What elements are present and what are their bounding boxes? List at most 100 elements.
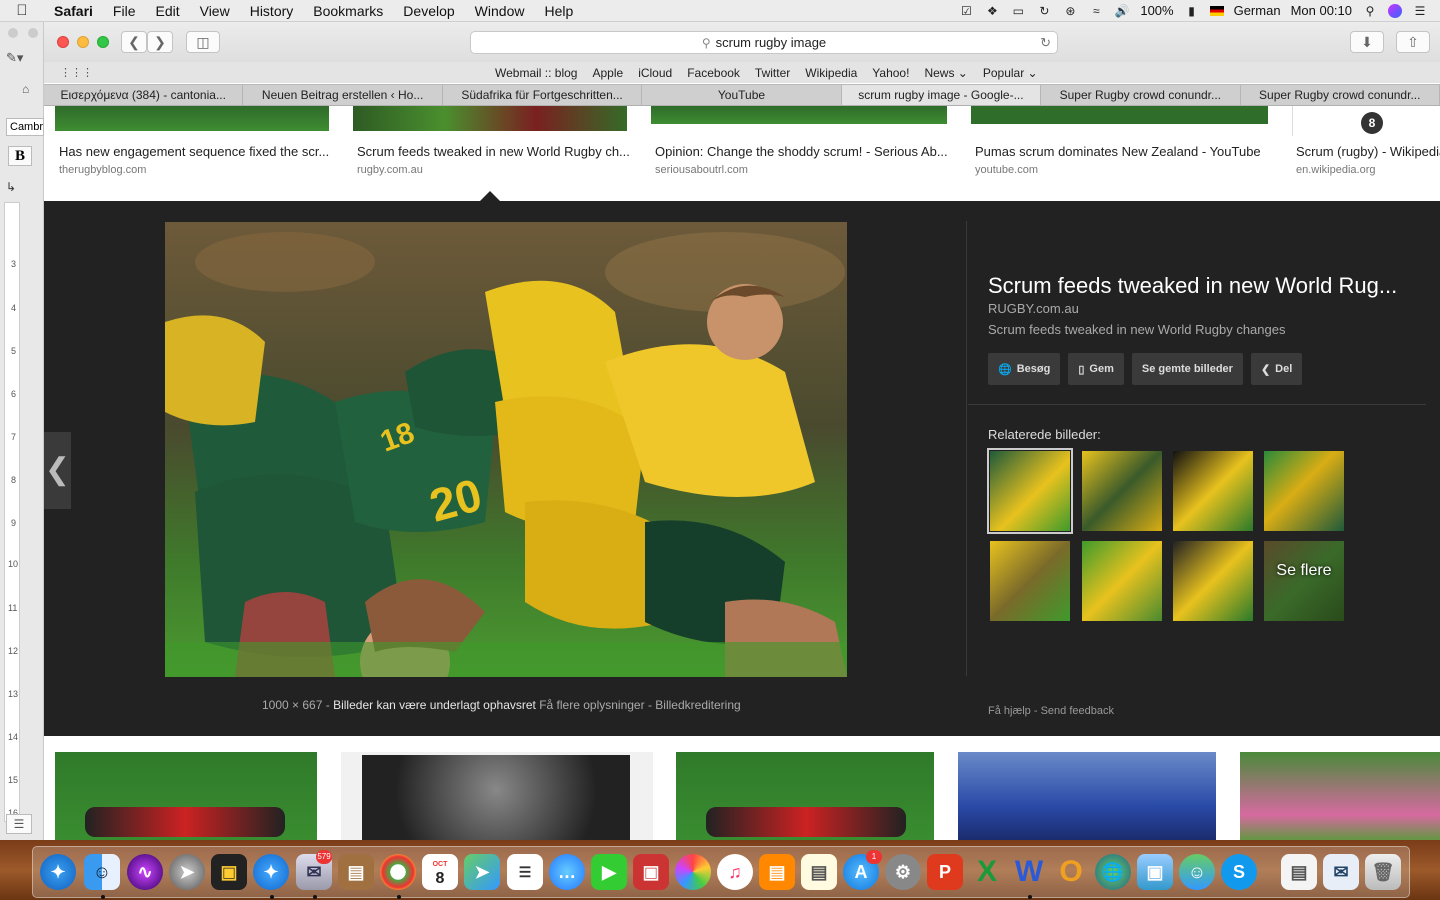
preview-title[interactable]: Scrum feeds tweaked in new World Rug... [988, 273, 1397, 299]
siri-icon[interactable] [1388, 3, 1402, 18]
minimize-window-icon[interactable] [77, 36, 89, 48]
menu-clock[interactable]: Mon 00:10 [1291, 3, 1352, 18]
related-image[interactable] [987, 448, 1073, 534]
favorite-apple[interactable]: Apple [592, 66, 623, 80]
input-source-label[interactable]: German [1234, 3, 1281, 18]
bluetooth-icon[interactable]: ⊛ [1062, 4, 1078, 18]
result-card[interactable]: Scrum feeds tweaked in new World Rugby c… [353, 106, 630, 201]
result-card[interactable]: 8 Scrum (rugby) - Wikipedia en.wikipedia… [1292, 106, 1440, 201]
outlook-icon[interactable]: O [1053, 854, 1089, 890]
result-title[interactable]: Scrum (rugby) - Wikipedia [1296, 144, 1440, 159]
favorite-facebook[interactable]: Facebook [687, 66, 740, 80]
menu-view[interactable]: View [190, 3, 240, 19]
photos-icon[interactable] [675, 854, 711, 890]
word-icon[interactable]: W [1011, 854, 1047, 890]
wifi-icon[interactable]: ≈ [1088, 4, 1104, 18]
airplay-icon[interactable]: ▭ [1010, 4, 1026, 18]
tab-inbox[interactable]: Εισερχόμενα (384) - cantonia... [44, 85, 244, 105]
result-thumbnail[interactable] [55, 752, 317, 840]
tab-google-images[interactable]: scrum rugby image - Google-... [841, 85, 1042, 105]
document-stack-icon[interactable]: ▤ [1281, 854, 1317, 890]
messages-icon[interactable]: … [549, 854, 585, 890]
itunes-icon[interactable]: ♫ [717, 854, 753, 890]
previous-image-chevron-icon[interactable]: ❮ [44, 432, 71, 509]
safari-icon[interactable]: ✦ [253, 854, 289, 890]
result-thumbnail[interactable] [971, 106, 1268, 124]
result-thumbnail[interactable] [341, 752, 653, 840]
stickies-icon[interactable]: ▤ [801, 854, 837, 890]
save-button[interactable]: ▯ Gem [1068, 353, 1124, 385]
favorite-wikipedia[interactable]: Wikipedia [805, 66, 857, 80]
siri-icon[interactable]: ∿ [127, 854, 163, 890]
excel-icon[interactable]: X [969, 854, 1005, 890]
menu-develop[interactable]: Develop [393, 3, 464, 19]
dropbox-icon[interactable]: ❖ [984, 4, 1000, 18]
tab-new-post[interactable]: Neuen Beitrag erstellen ‹ Ho... [243, 85, 443, 105]
related-image[interactable] [1173, 451, 1253, 531]
visit-button[interactable]: 🌐 Besøg [988, 353, 1061, 385]
photo-booth-icon[interactable]: ▣ [211, 854, 247, 890]
system-preferences-gear-icon[interactable]: ⚙ [885, 854, 921, 890]
downloads-stack-icon[interactable]: ✉ [1323, 854, 1359, 890]
result-thumbnail[interactable] [353, 106, 627, 131]
word-view-menu-icon[interactable]: ☰ [6, 814, 32, 834]
related-image[interactable] [990, 541, 1070, 621]
globe-network-icon[interactable]: 🌐 [1095, 854, 1131, 890]
menu-edit[interactable]: Edit [145, 3, 189, 19]
word-style-icon[interactable]: ✎▾ [6, 50, 23, 66]
favorite-popular[interactable]: Popular ⌄ [983, 66, 1038, 80]
result-thumbnail[interactable] [676, 752, 934, 840]
word-minimize-dot-icon[interactable] [28, 28, 38, 38]
skype-icon[interactable]: S [1221, 854, 1257, 890]
launchpad-rocket-icon[interactable]: ➤ [169, 854, 205, 890]
ibooks-icon[interactable]: ▤ [759, 854, 795, 890]
battery-percent[interactable]: 100% [1140, 3, 1173, 18]
contacts-people-icon[interactable]: ☺ [1179, 854, 1215, 890]
menu-window[interactable]: Window [465, 3, 535, 19]
result-title[interactable]: Has new engagement sequence fixed the sc… [59, 144, 329, 159]
battery-icon[interactable]: ▮ [1184, 4, 1200, 18]
preview-image[interactable]: 20 18 [165, 222, 847, 677]
german-flag-icon[interactable] [1209, 5, 1224, 16]
result-card[interactable]: Pumas scrum dominates New Zealand - YouT… [971, 106, 1268, 201]
menu-help[interactable]: Help [534, 3, 583, 19]
related-image[interactable] [1264, 451, 1344, 531]
result-thumbnail[interactable] [651, 106, 947, 124]
result-title[interactable]: Pumas scrum dominates New Zealand - YouT… [975, 144, 1261, 159]
apple-menu-icon[interactable]:  [0, 2, 44, 19]
notes-book-icon[interactable]: ▤ [338, 854, 374, 890]
remote-desktop-icon[interactable]: ▣ [1137, 854, 1173, 890]
menu-safari[interactable]: Safari [44, 3, 103, 19]
zoom-window-icon[interactable] [97, 36, 109, 48]
facetime-icon[interactable]: ▶ [591, 854, 627, 890]
powerpoint-icon[interactable]: P [927, 854, 963, 890]
sidebar-toggle-icon[interactable]: ◫ [186, 31, 220, 53]
chrome-icon[interactable] [380, 854, 416, 890]
time-machine-icon[interactable]: ↻ [1036, 4, 1052, 18]
finder-icon[interactable]: ☺ [84, 854, 120, 890]
downloads-icon[interactable]: ⬇ [1350, 31, 1384, 53]
safari-compass-icon[interactable]: ✦ [40, 854, 76, 890]
menu-file[interactable]: File [103, 3, 146, 19]
checkmark-status-icon[interactable]: ☑ [958, 4, 974, 18]
related-image[interactable] [1173, 541, 1253, 621]
view-saved-button[interactable]: Se gemte billeder [1131, 353, 1243, 385]
favorite-news[interactable]: News ⌄ [924, 66, 967, 80]
result-thumbnail[interactable] [1240, 752, 1440, 840]
reminders-icon[interactable]: ☰ [507, 854, 543, 890]
maps-icon[interactable]: ➤ [464, 854, 500, 890]
result-title[interactable]: Opinion: Change the shoddy scrum! - Seri… [655, 144, 948, 159]
top-sites-grid-icon[interactable]: ⋮⋮⋮ [60, 66, 93, 79]
result-card[interactable]: Opinion: Change the shoddy scrum! - Seri… [651, 106, 948, 201]
share-icon[interactable]: ⇧ [1396, 31, 1430, 53]
volume-icon[interactable]: 🔊 [1114, 4, 1130, 18]
calendar-icon[interactable]: OCT 8 [422, 854, 458, 890]
preview-domain[interactable]: RUGBY.com.au [988, 301, 1079, 316]
back-icon[interactable]: ❮ [121, 31, 147, 53]
tab-super-rugby-1[interactable]: Super Rugby crowd conundr... [1041, 85, 1241, 105]
trash-icon[interactable]: 🗑 [1365, 854, 1401, 890]
result-title[interactable]: Scrum feeds tweaked in new World Rugby c… [357, 144, 630, 159]
related-image[interactable] [1082, 541, 1162, 621]
result-thumbnail[interactable]: 8 [1292, 106, 1440, 136]
photo-app-icon[interactable]: ▣ [633, 854, 669, 890]
